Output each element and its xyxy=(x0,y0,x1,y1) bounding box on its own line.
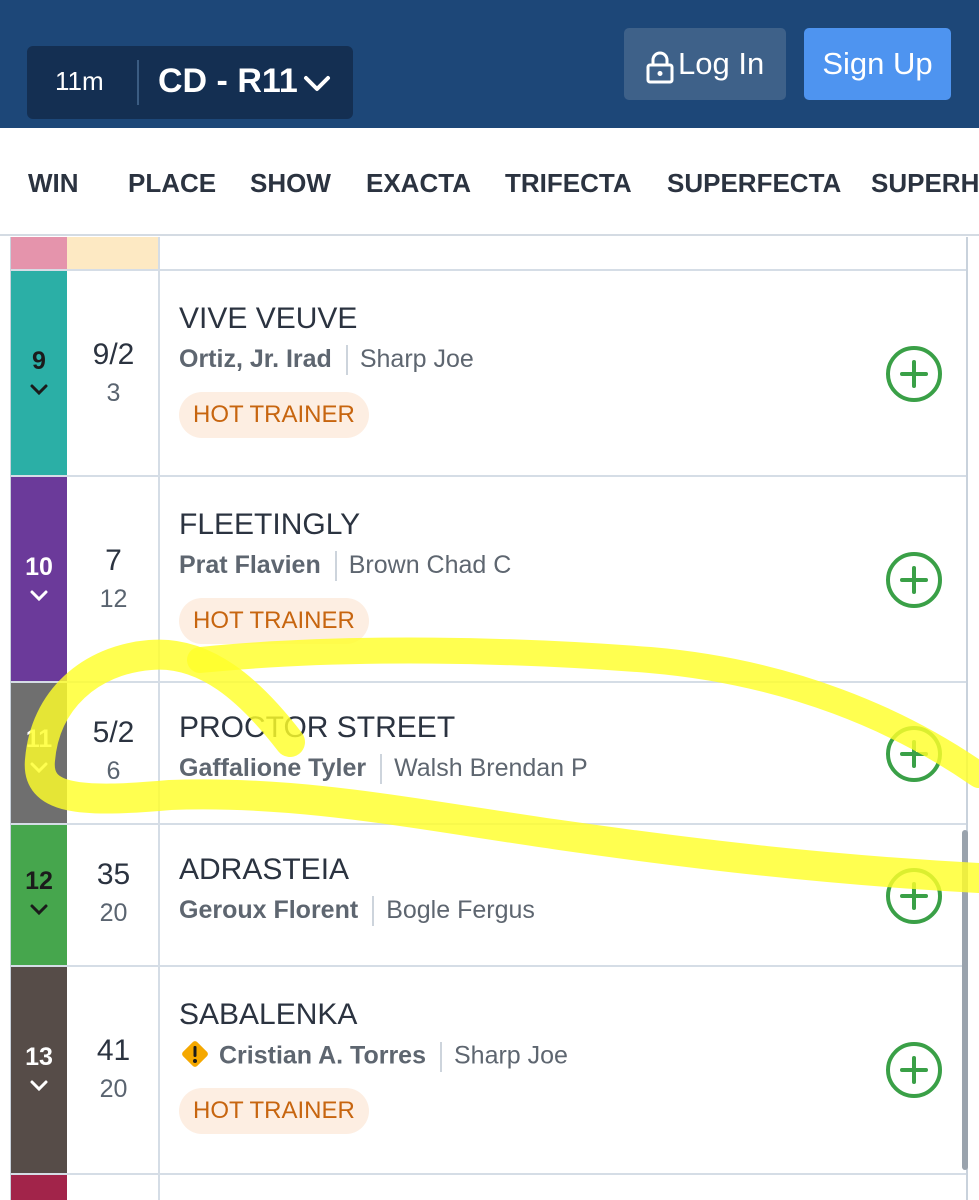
divider xyxy=(372,896,375,927)
jockey-name: Geroux Florent xyxy=(179,896,359,924)
odds-cell: 35 20 xyxy=(67,825,160,965)
live-odds: 20 xyxy=(99,1075,128,1103)
race-selector[interactable]: 11m CD - R11 xyxy=(27,46,353,119)
login-label: Log In xyxy=(678,46,765,81)
chevron-down-icon xyxy=(30,904,48,916)
bet-type-tabs: WIN PLACE SHOW EXACTA TRIFECTA SUPERFECT… xyxy=(0,128,979,236)
signup-button[interactable]: Sign Up xyxy=(804,28,951,100)
odds-cell xyxy=(67,1175,160,1200)
saddle-cloth xyxy=(11,237,67,269)
odds-cell: 9/2 3 xyxy=(67,271,160,475)
trainer-name: Sharp Joe xyxy=(359,345,474,373)
live-odds: 20 xyxy=(99,899,128,927)
saddle-cloth[interactable]: 12 xyxy=(11,825,67,965)
saddle-cloth[interactable]: 9 xyxy=(11,271,67,475)
program-number: 11 xyxy=(25,725,53,753)
plus-circle-icon[interactable] xyxy=(885,551,943,609)
lock-icon xyxy=(646,51,674,84)
tab-exacta[interactable]: EXACTA xyxy=(366,168,471,199)
program-number: 12 xyxy=(25,867,53,895)
hot-trainer-badge: HOT TRAINER xyxy=(179,392,369,438)
runner-row: 11 5/2 6 PROCTOR STREET Gaffalione Tyler… xyxy=(11,683,966,825)
tab-show[interactable]: SHOW xyxy=(250,168,331,199)
horse-name: SABALENKA xyxy=(179,998,358,1031)
runner-row: 12 35 20 ADRASTEIA Geroux Florent Bogle F… xyxy=(11,825,966,967)
signup-label: Sign Up xyxy=(822,46,933,81)
top-header: 11m CD - R11 Log In Sign Up xyxy=(0,0,979,128)
chevron-down-icon xyxy=(30,762,48,774)
saddle-cloth[interactable]: 10 xyxy=(11,477,67,681)
horse-name: PROCTOR STREET xyxy=(179,711,456,744)
runner-row: 13 41 20 SABALENKA Cristian A. Torres Sha… xyxy=(11,967,966,1175)
horse-name: FLEETINGLY xyxy=(179,508,361,541)
divider xyxy=(440,1042,442,1072)
plus-circle-icon[interactable] xyxy=(885,867,943,925)
live-odds: 3 xyxy=(106,379,121,407)
trainer-name: Sharp Joe xyxy=(454,1041,568,1070)
tab-trifecta[interactable]: TRIFECTA xyxy=(505,168,632,199)
tab-place[interactable]: PLACE xyxy=(128,168,216,199)
runner-row: 10 7 12 FLEETINGLY Prat Flavien Brown Cha… xyxy=(11,477,966,683)
odds-cell: 7 12 xyxy=(67,477,160,681)
divider xyxy=(380,754,383,785)
trainer-name: Brown Chad C xyxy=(348,551,512,579)
scrollbar[interactable] xyxy=(962,830,968,1170)
morning-line-odds: 9/2 xyxy=(92,338,135,371)
connections: Prat Flavien Brown Chad C xyxy=(179,551,512,582)
jockey-name: Cristian A. Torres xyxy=(219,1041,426,1070)
tab-win[interactable]: WIN xyxy=(28,168,79,199)
jockey-name: Prat Flavien xyxy=(179,551,321,579)
race-selector-divider xyxy=(137,60,139,105)
odds-cell: 5/2 6 xyxy=(67,683,160,823)
divider xyxy=(334,551,337,582)
program-number: 13 xyxy=(25,1043,53,1071)
saddle-cloth xyxy=(11,1175,67,1200)
morning-line-odds: 35 xyxy=(96,858,131,891)
chevron-down-icon xyxy=(30,384,48,396)
warning-icon xyxy=(182,1041,208,1067)
plus-circle-icon[interactable] xyxy=(885,1041,943,1099)
jockey-name: Gaffalione Tyler xyxy=(179,754,367,782)
hot-trainer-badge: HOT TRAINER xyxy=(179,598,369,644)
horse-name: ADRASTEIA xyxy=(179,853,350,886)
saddle-cloth[interactable]: 11 xyxy=(11,683,67,823)
connections: Geroux Florent Bogle Fergus xyxy=(179,896,535,927)
live-odds: 6 xyxy=(106,757,121,785)
live-odds: 12 xyxy=(99,585,128,613)
morning-line-odds: 41 xyxy=(96,1034,131,1067)
horse-name: VIVE VEUVE xyxy=(179,302,358,335)
plus-circle-icon[interactable] xyxy=(885,345,943,403)
tab-superfecta[interactable]: SUPERFECTA xyxy=(667,168,841,199)
tab-superhi[interactable]: SUPERHI xyxy=(871,168,979,199)
runner-row-partial xyxy=(11,1175,966,1200)
chevron-down-icon xyxy=(30,1080,48,1092)
race-countdown: 11m xyxy=(55,66,104,96)
jockey-name: Ortiz, Jr. Irad xyxy=(179,345,332,373)
saddle-cloth[interactable]: 13 xyxy=(11,967,67,1173)
morning-line-odds: 7 xyxy=(105,544,122,577)
morning-line-odds: 5/2 xyxy=(92,716,135,749)
connections: Gaffalione Tyler Walsh Brendan P xyxy=(179,754,588,785)
runner-row: 9 9/2 3 VIVE VEUVE Ortiz, Jr. Irad Sharp … xyxy=(11,271,966,477)
odds-cell: 41 20 xyxy=(67,967,160,1173)
divider xyxy=(345,345,348,376)
trainer-name: Bogle Fergus xyxy=(386,896,535,924)
runner-row-partial xyxy=(11,237,966,271)
program-number: 9 xyxy=(32,347,46,375)
login-button[interactable]: Log In xyxy=(624,28,786,100)
runner-list[interactable]: 9 9/2 3 VIVE VEUVE Ortiz, Jr. Irad Sharp … xyxy=(10,237,968,1200)
chevron-down-icon xyxy=(30,590,48,602)
plus-circle-icon[interactable] xyxy=(885,725,943,783)
connections: Cristian A. Torres Sharp Joe xyxy=(179,1041,568,1073)
trainer-name: Walsh Brendan P xyxy=(394,754,588,782)
odds-cell xyxy=(67,237,160,269)
race-name: CD - R11 xyxy=(158,62,298,100)
connections: Ortiz, Jr. Irad Sharp Joe xyxy=(179,345,474,376)
program-number: 10 xyxy=(25,553,53,581)
hot-trainer-badge: HOT TRAINER xyxy=(179,1088,369,1134)
chevron-down-icon xyxy=(304,76,330,91)
